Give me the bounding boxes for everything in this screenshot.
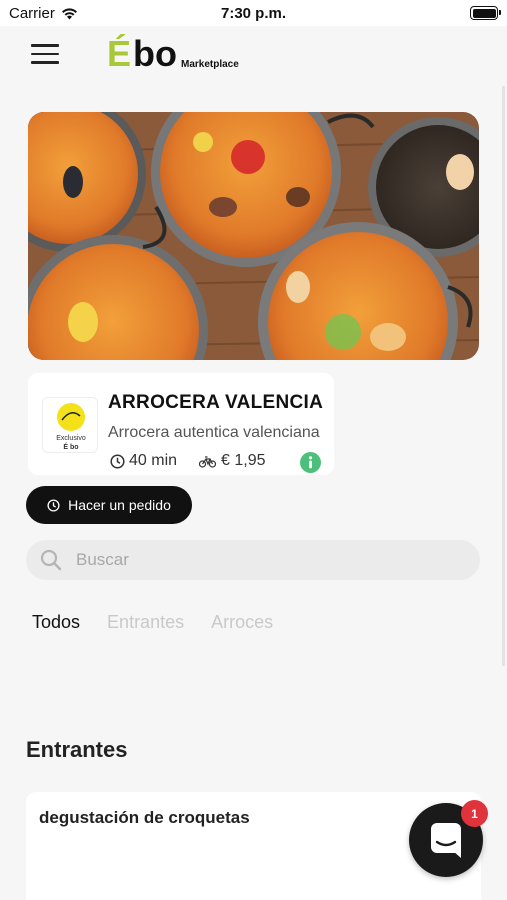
section-title: Entrantes: [26, 737, 128, 762]
delivery-fee: € 1,95: [199, 452, 266, 470]
store-description: Arrocera autentica valenciana: [108, 424, 320, 441]
place-order-button[interactable]: Hacer un pedido: [26, 486, 192, 524]
logo-e: É: [107, 33, 132, 74]
clock-icon: [47, 498, 60, 512]
delivery-fee-value: € 1,95: [221, 452, 266, 469]
tab-todos[interactable]: Todos: [32, 612, 80, 633]
search-input[interactable]: [76, 550, 436, 570]
delivery-time-value: 40 min: [129, 452, 178, 469]
battery-icon: [470, 6, 501, 20]
tab-arroces[interactable]: Arroces: [211, 612, 273, 633]
app-logo: É bo Marketplace: [107, 36, 239, 72]
hamburger-menu-icon[interactable]: [31, 44, 59, 64]
scrollbar[interactable]: [502, 86, 505, 666]
store-meta: 40 min € 1,95: [110, 452, 266, 470]
chat-notification-badge: 1: [461, 800, 488, 827]
store-logo-line2: É bo: [63, 442, 78, 451]
logo-bo: bo: [133, 33, 177, 74]
category-tabs: Todos Entrantes Arroces: [32, 612, 273, 633]
store-hero-image: [28, 112, 479, 360]
logo-subtitle: Marketplace: [181, 59, 239, 70]
store-name: ARROCERA VALENCIA: [108, 392, 324, 413]
status-bar: Carrier 7:30 p.m.: [0, 0, 507, 26]
store-logo: Exclusivo É bo: [42, 397, 98, 453]
status-time: 7:30 p.m.: [220, 5, 287, 22]
store-logo-line1: Exclusivo: [56, 435, 86, 442]
search-icon: [40, 549, 62, 571]
search-bar: [26, 540, 480, 580]
product-name: degustación de croquetas: [39, 808, 250, 827]
clock-icon: [110, 453, 125, 469]
tab-entrantes[interactable]: Entrantes: [107, 612, 184, 633]
info-icon[interactable]: [300, 452, 321, 473]
store-info-card: Exclusivo É bo ARROCERA VALENCIA Arrocer…: [28, 373, 334, 475]
bicycle-icon: [199, 455, 217, 468]
delivery-time: 40 min: [110, 452, 177, 470]
place-order-label: Hacer un pedido: [68, 497, 171, 513]
